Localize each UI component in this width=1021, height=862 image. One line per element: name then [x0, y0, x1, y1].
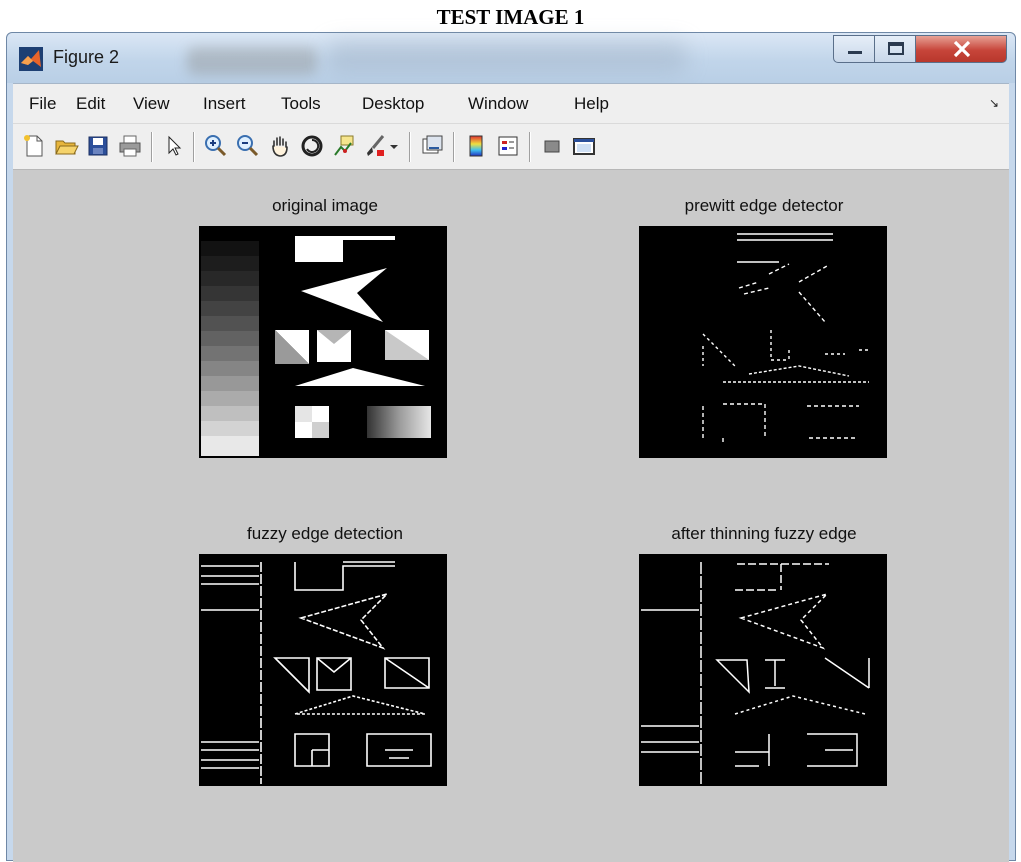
open-file-icon[interactable]	[53, 133, 79, 159]
zoom-out-icon[interactable]	[235, 133, 261, 159]
brush-dropdown-icon[interactable]	[387, 133, 401, 159]
data-cursor-icon[interactable]	[331, 133, 357, 159]
matlab-logo-icon	[19, 47, 43, 71]
menu-bar: File Edit View Insert Tools Desktop Wind…	[13, 83, 1009, 123]
plot-title-fuzzy: fuzzy edge detection	[247, 524, 403, 543]
show-plot-tools-icon[interactable]	[571, 133, 597, 159]
menu-view[interactable]: View	[133, 94, 170, 114]
edit-plot-arrow-icon[interactable]	[161, 133, 187, 159]
window-title: Figure 2	[53, 47, 120, 67]
minimize-button[interactable]	[833, 35, 875, 63]
menu-edit[interactable]: Edit	[76, 94, 105, 114]
image-thinned-edge[interactable]	[639, 554, 887, 786]
figure-window: Figure 2 File Edit View Insert Tools Des…	[6, 32, 1016, 862]
plot-title-original: original image	[272, 196, 378, 215]
insert-colorbar-icon[interactable]	[463, 133, 489, 159]
menu-insert[interactable]: Insert	[203, 94, 246, 114]
menu-tools[interactable]: Tools	[281, 94, 321, 114]
title-bar[interactable]: Figure 2	[7, 33, 1015, 83]
gray-scale-strip	[201, 241, 259, 456]
plot-title-thinning: after thinning fuzzy edge	[671, 524, 857, 543]
menu-help[interactable]: Help	[574, 94, 609, 114]
menu-window[interactable]: Window	[468, 94, 528, 114]
insert-legend-icon[interactable]	[495, 133, 521, 159]
document-caption: TEST IMAGE 1	[436, 5, 585, 29]
image-prewitt[interactable]	[639, 226, 887, 458]
brush-icon[interactable]	[363, 133, 389, 159]
close-button[interactable]	[915, 35, 1007, 63]
image-original[interactable]	[199, 226, 447, 458]
figure-toolbar	[13, 123, 1009, 169]
save-icon[interactable]	[85, 133, 111, 159]
pan-hand-icon[interactable]	[267, 133, 293, 159]
image-fuzzy-edge[interactable]	[199, 554, 447, 786]
zoom-in-icon[interactable]	[203, 133, 229, 159]
link-plot-icon[interactable]	[419, 133, 445, 159]
menu-file[interactable]: File	[29, 94, 56, 114]
maximize-button[interactable]	[874, 35, 916, 63]
dock-arrow-icon[interactable]: ↘	[989, 96, 999, 110]
rotate-3d-icon[interactable]	[299, 133, 325, 159]
menu-desktop[interactable]: Desktop	[362, 94, 424, 114]
plot-title-prewitt: prewitt edge detector	[684, 196, 844, 215]
new-figure-icon[interactable]	[21, 133, 47, 159]
print-icon[interactable]	[117, 133, 143, 159]
figure-canvas[interactable]: original image prewitt edge detector fuz…	[13, 169, 1009, 862]
hide-plot-tools-icon[interactable]	[539, 133, 565, 159]
